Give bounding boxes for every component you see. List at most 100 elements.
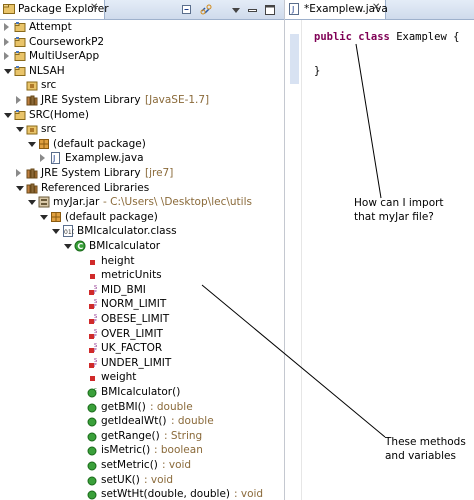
close-icon[interactable]: ✕: [90, 2, 98, 13]
tree-item[interactable]: getRange() : String: [0, 429, 284, 443]
tree-item[interactable]: (default package): [0, 210, 284, 224]
static-final-field-icon: SF: [86, 357, 98, 369]
link-with-editor-button[interactable]: [198, 2, 214, 18]
tree-item[interactable]: weight: [0, 370, 284, 384]
folding-marker[interactable]: [290, 34, 299, 84]
tree-item-decoration: : String: [164, 429, 203, 442]
tree-item-decoration: : boolean: [154, 444, 203, 457]
editor-tab-examplew[interactable]: J *Examplew.java ✕: [285, 0, 388, 19]
private-field-icon: [86, 371, 98, 383]
tree-item[interactable]: src: [0, 78, 284, 92]
tree-item[interactable]: setWtHt(double, double): void: [0, 487, 284, 500]
tree-item[interactable]: CourseworkP2: [0, 35, 284, 49]
collapsed-arrow-icon[interactable]: [4, 52, 9, 61]
close-icon[interactable]: ✕: [372, 2, 380, 13]
expanded-arrow-icon[interactable]: [16, 127, 24, 133]
public-method-icon: [86, 474, 98, 486]
tree-item[interactable]: MultiUserApp: [0, 49, 284, 63]
public-method-icon: [86, 401, 98, 413]
tree-item[interactable]: setMetric(): void: [0, 458, 284, 472]
tree-item[interactable]: S F UNDER_LIMIT: [0, 356, 284, 370]
tree-item[interactable]: S F OBESE_LIMIT: [0, 312, 284, 326]
collapsed-arrow-icon[interactable]: [16, 96, 21, 104]
tree-item[interactable]: Attempt: [0, 20, 284, 34]
tree-item-label: BMIcalculator.class: [77, 225, 177, 238]
tree-item-label: getRange(): [101, 429, 160, 442]
maximize-icon: [265, 5, 275, 15]
collapsed-arrow-icon[interactable]: [40, 154, 45, 163]
minimize-button[interactable]: [244, 2, 260, 18]
collapsed-arrow-icon[interactable]: [4, 23, 9, 31]
tree-item[interactable]: getIdealWt() : double: [0, 414, 284, 428]
public-method-icon: [86, 459, 98, 471]
tree-item[interactable]: isMetric(): boolean: [0, 443, 284, 457]
tree-item[interactable]: NLSAH: [0, 64, 284, 78]
tree-item[interactable]: c BMIcalculator(): [0, 385, 284, 399]
expanded-arrow-icon[interactable]: [4, 68, 12, 74]
expanded-arrow-icon[interactable]: [28, 200, 36, 206]
tree-item-label: weight: [101, 371, 137, 384]
source-folder-icon: [26, 123, 38, 135]
tree-item[interactable]: J Examplew.java: [0, 151, 284, 165]
tree-item[interactable]: src: [0, 122, 284, 136]
tree-item-label: height: [101, 254, 135, 267]
expanded-arrow-icon[interactable]: [64, 244, 72, 249]
expanded-arrow-icon[interactable]: [52, 229, 60, 235]
package-explorer-tab[interactable]: Package Explorer ✕: [0, 0, 109, 19]
collapsed-arrow-icon[interactable]: [4, 37, 9, 46]
svg-text:F: F: [94, 334, 97, 340]
tree-item[interactable]: Referenced Libraries: [0, 181, 284, 195]
tree-item[interactable]: JRE System Library [jre7]: [0, 166, 284, 180]
tree-item-label: JRE System Library: [41, 94, 141, 106]
tree-item-label: getIdealWt(): [101, 415, 167, 428]
expanded-arrow-icon[interactable]: [16, 185, 24, 191]
svg-text:J: J: [52, 154, 55, 163]
tree-item-label: src: [41, 79, 57, 92]
maximize-button[interactable]: [262, 2, 278, 18]
package-explorer-header: Package Explorer ✕: [0, 0, 284, 20]
library-icon: [26, 182, 38, 194]
tree-item[interactable]: C BMIcalculator: [0, 239, 284, 253]
view-menu-button[interactable]: [228, 2, 244, 18]
private-field-icon: [86, 255, 98, 267]
class-file-icon: 010: [62, 225, 76, 238]
tree-item[interactable]: S F NORM_LIMIT: [0, 297, 284, 311]
tree-item[interactable]: height: [0, 254, 284, 268]
editor-view: J *Examplew.java ✕ public class Examplew…: [285, 0, 474, 500]
editor-header: J *Examplew.java ✕: [285, 0, 474, 20]
java-file-icon: J: [289, 3, 299, 15]
tree-item[interactable]: metricUnits: [0, 268, 284, 282]
tree-item[interactable]: myJar.jar - C:\Users\ \Desktop\lec\utils: [0, 195, 284, 209]
project-icon: [14, 109, 26, 121]
tree-item[interactable]: (default package): [0, 137, 284, 151]
tree-item-label: Referenced Libraries: [41, 181, 150, 194]
expanded-arrow-icon[interactable]: [28, 141, 36, 147]
tree-item-label: Examplew.java: [65, 152, 144, 165]
tree-item-label: getBMI(): [101, 400, 146, 413]
public-method-icon: [86, 444, 98, 456]
tree-item[interactable]: getBMI(): double: [0, 400, 284, 414]
tree-item[interactable]: S F OVER_LIMIT: [0, 327, 284, 341]
tree-item-label: (default package): [65, 210, 158, 223]
tree-item-decoration: [JavaSE-1.7]: [145, 94, 210, 106]
tree-item-decoration: : void: [144, 473, 174, 486]
expanded-arrow-icon[interactable]: [4, 112, 12, 118]
expanded-arrow-icon[interactable]: [40, 214, 48, 220]
tree-item[interactable]: S F UK_FACTOR: [0, 341, 284, 355]
tree-item-decoration: [jre7]: [145, 167, 174, 179]
keyword-public: public: [314, 31, 352, 43]
static-final-field-icon: SF: [86, 298, 98, 310]
keyword-class: class: [358, 31, 390, 43]
jar-icon: [38, 196, 50, 208]
tree-item[interactable]: S F MID_BMI: [0, 283, 284, 297]
minimize-icon: [248, 9, 257, 12]
collapsed-arrow-icon[interactable]: [16, 169, 21, 177]
tree-item-decoration: : double: [171, 415, 214, 428]
collapse-all-button[interactable]: [179, 2, 195, 18]
tree-item[interactable]: SRC(Home): [0, 108, 284, 122]
tree-item[interactable]: 010BMIcalculator.class: [0, 224, 284, 238]
tree-item-label: NLSAH: [29, 64, 65, 77]
tree-item[interactable]: JRE System Library [JavaSE-1.7]: [0, 93, 284, 107]
tree-item[interactable]: setUK(): void: [0, 473, 284, 487]
public-method-icon: [86, 488, 98, 500]
